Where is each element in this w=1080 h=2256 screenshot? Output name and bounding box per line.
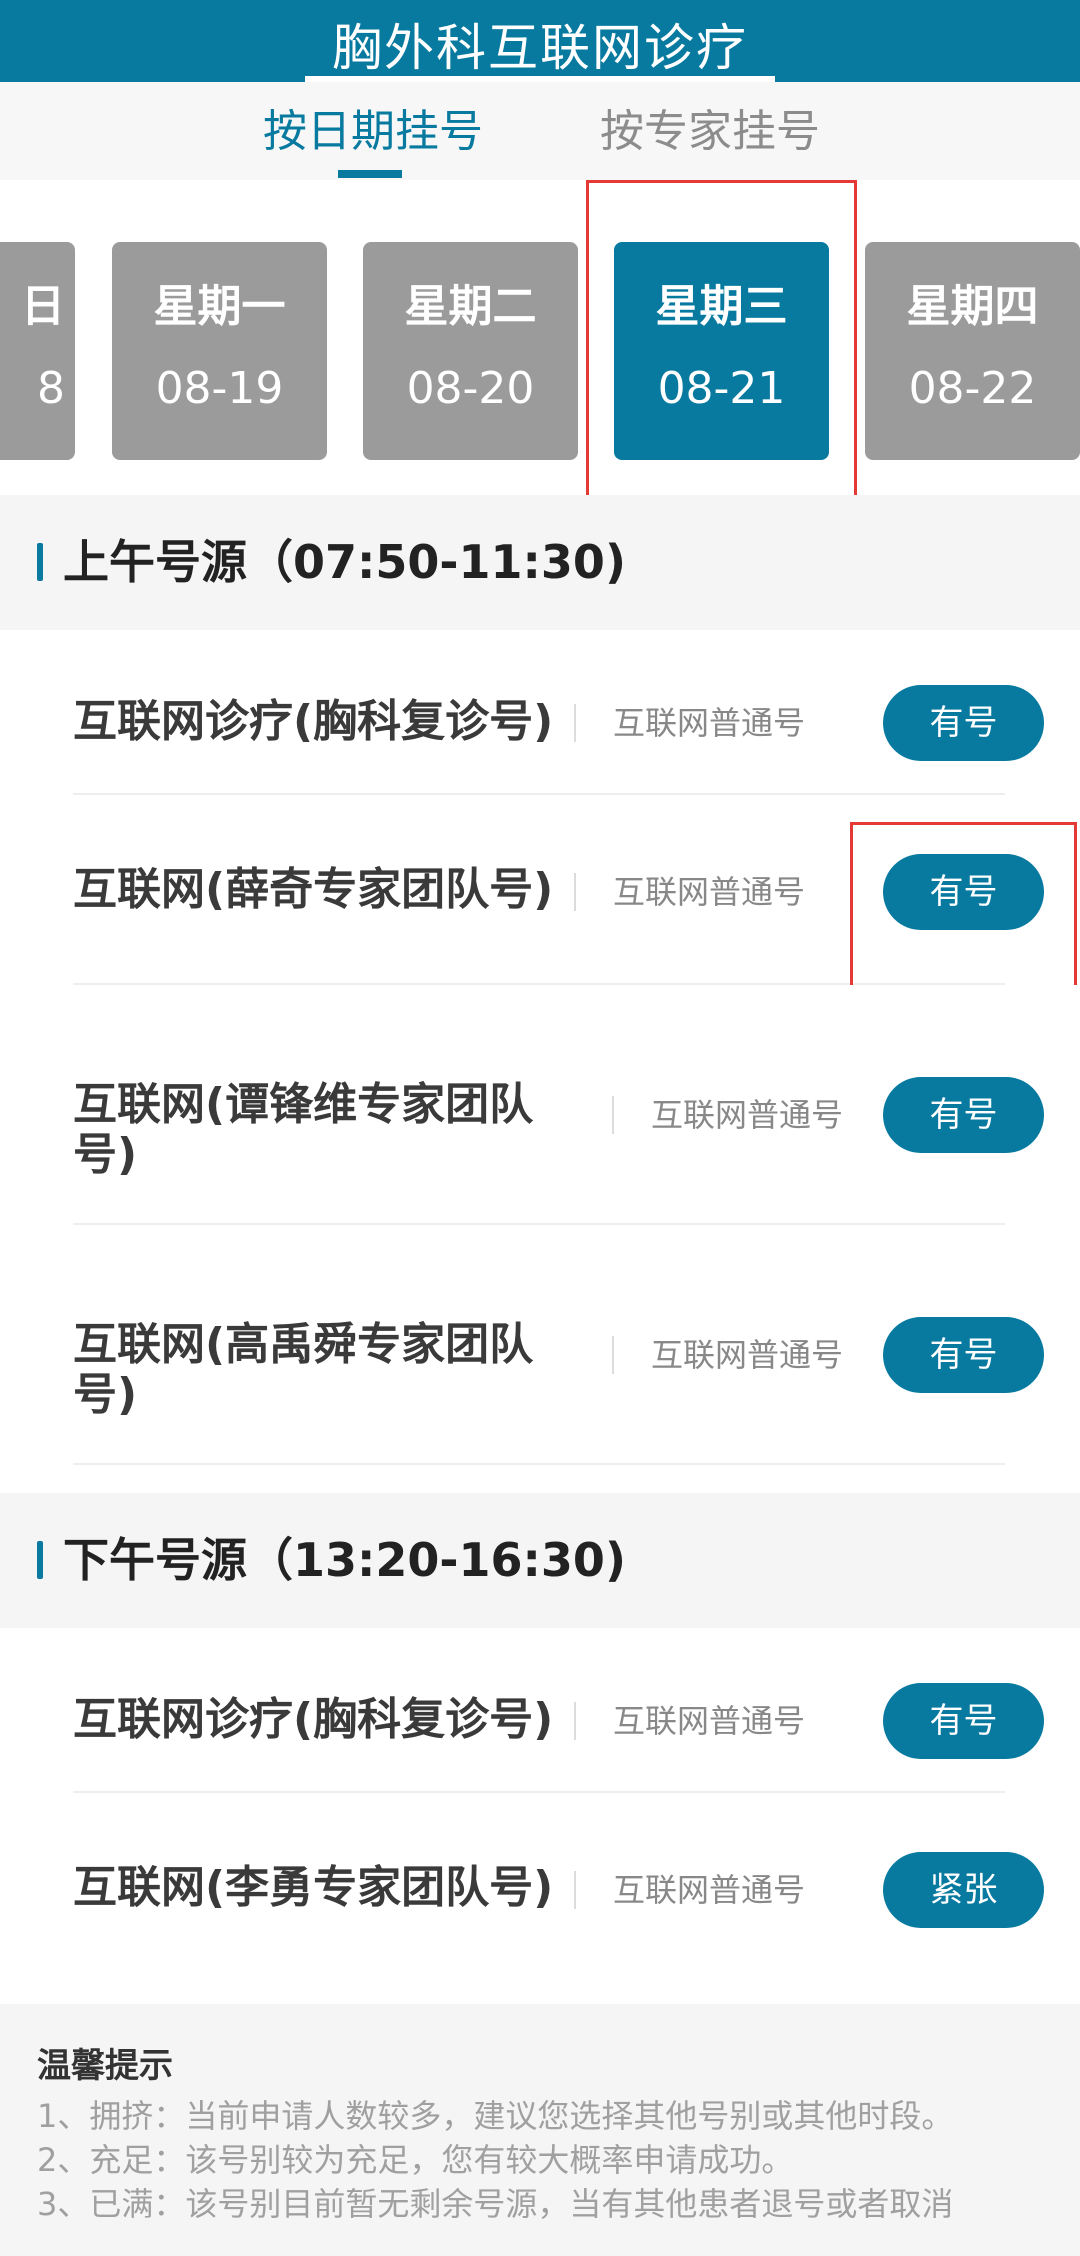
afternoon-section-title: 下午号源（13:20-16:30)	[63, 1533, 626, 1587]
tab-bar: 按日期挂号 按专家挂号	[0, 82, 1080, 181]
slot-type: 互联网普通号	[613, 1702, 806, 1740]
highlight-box-status	[850, 822, 1077, 999]
divider	[612, 1096, 614, 1134]
date-weekday: 星期二	[404, 281, 537, 332]
divider	[574, 1871, 576, 1909]
date-weekday: 星期一	[153, 281, 286, 332]
section-accent-bar	[37, 1541, 43, 1579]
slot-row[interactable]: 互联网(谭锋维专家团队 号) 互联网普通号 有号	[0, 985, 1080, 1225]
slot-row[interactable]: 互联网(高禹舜专家团队 号) 互联网普通号 有号	[0, 1225, 1080, 1465]
slot-type: 互联网普通号	[613, 704, 806, 742]
slot-name: 互联网(谭锋维专家团队	[73, 1079, 534, 1130]
date-value: 8	[37, 363, 65, 414]
app-header: 胸外科互联网诊疗	[0, 0, 1080, 82]
date-value: 08-22	[908, 363, 1037, 414]
divider	[574, 873, 576, 911]
divider	[574, 1702, 576, 1740]
tab-by-expert[interactable]: 按专家挂号	[600, 104, 820, 160]
slot-row[interactable]: 互联网诊疗(胸科复诊号) 互联网普通号 有号	[0, 630, 1080, 795]
morning-section-title: 上午号源（07:50-11:30)	[63, 535, 626, 589]
page-title: 胸外科互联网诊疗	[332, 19, 748, 77]
slot-status-button[interactable]: 紧张	[883, 1852, 1044, 1928]
section-accent-bar	[37, 543, 43, 581]
slot-name: 互联网(高禹舜专家团队	[73, 1319, 534, 1370]
date-value: 08-19	[155, 363, 284, 414]
tip-line: 1、拥挤：当前申请人数较多，建议您选择其他号别或其他时段。	[37, 2097, 954, 2135]
afternoon-section-header: 下午号源（13:20-16:30)	[0, 1493, 1080, 1628]
slot-type: 互联网普通号	[613, 873, 806, 911]
morning-section-header: 上午号源（07:50-11:30)	[0, 495, 1080, 630]
date-card-monday[interactable]: 星期一 08-19	[112, 242, 327, 460]
slot-name: 互联网诊疗(胸科复诊号)	[73, 1694, 554, 1745]
date-weekday: 星期四	[906, 281, 1039, 332]
highlight-box-date	[586, 180, 857, 512]
slot-status-button[interactable]: 有号	[883, 1683, 1044, 1759]
slot-name-continued: 号)	[73, 1369, 138, 1420]
tip-line: 2、充足：该号别较为充足，您有较大概率申请成功。	[37, 2141, 794, 2179]
date-weekday: 日	[21, 281, 65, 332]
slot-row[interactable]: 互联网诊疗(胸科复诊号) 互联网普通号 有号	[0, 1628, 1080, 1793]
slot-name: 互联网(李勇专家团队号)	[73, 1862, 554, 1913]
tips-title: 温馨提示	[37, 2046, 173, 2086]
date-card-sunday[interactable]: 日 8	[0, 242, 75, 460]
divider	[612, 1336, 614, 1374]
slot-type: 互联网普通号	[651, 1336, 844, 1374]
tips-panel: 温馨提示 1、拥挤：当前申请人数较多，建议您选择其他号别或其他时段。 2、充足：…	[0, 2004, 1080, 2256]
date-selector[interactable]: 日 8 星期一 08-19 星期二 08-20 星期三 08-21 星期四 08…	[0, 180, 1080, 495]
slot-status-button[interactable]: 有号	[883, 1317, 1044, 1393]
active-tab-indicator	[338, 170, 402, 178]
slot-type: 互联网普通号	[651, 1096, 844, 1134]
slot-name: 互联网(薛奇专家团队号)	[73, 864, 554, 915]
tab-by-date[interactable]: 按日期挂号	[263, 104, 483, 160]
date-card-thursday[interactable]: 星期四 08-22	[865, 242, 1080, 460]
slot-name: 互联网诊疗(胸科复诊号)	[73, 696, 554, 747]
slot-status-button[interactable]: 有号	[883, 685, 1044, 761]
tip-line: 3、已满：该号别目前暂无剩余号源，当有其他患者退号或者取消	[37, 2185, 954, 2223]
slot-status-button[interactable]: 有号	[883, 1077, 1044, 1153]
slot-row[interactable]: 互联网(李勇专家团队号) 互联网普通号 紧张	[0, 1793, 1080, 1983]
date-value: 08-20	[406, 363, 535, 414]
date-card-tuesday[interactable]: 星期二 08-20	[363, 242, 578, 460]
divider	[574, 704, 576, 742]
row-divider	[73, 1463, 1005, 1465]
slot-name-continued: 号)	[73, 1129, 138, 1180]
slot-type: 互联网普通号	[613, 1871, 806, 1909]
